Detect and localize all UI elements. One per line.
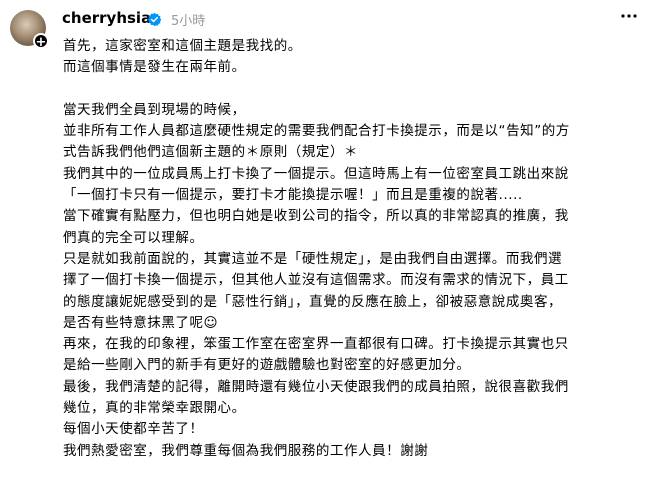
- post-line: 再來，在我的印象裡，笨蛋工作室在密室界一直都很有口碑。打卡換提示其實也只: [63, 336, 569, 353]
- post-time: 5小時: [171, 14, 206, 29]
- verified-badge-icon: [147, 12, 162, 27]
- post-line: 當下確實有點壓力，但也明白她是收到公司的指令，所以真的非常認真的推廣，我: [63, 208, 569, 225]
- post-body: 首先，這家密室和這個主題是我找的。 而這個事情是發生在兩年前。 當天我們全員到現…: [63, 36, 643, 462]
- post-line: 只是就如我前面說的，其實這並不是「硬性規定」，是由我們自由選擇。而我們選: [63, 250, 563, 267]
- username[interactable]: cherryhsia: [62, 9, 151, 27]
- more-options-icon[interactable]: [620, 13, 638, 19]
- post-line: 擇了一個打卡換一個提示，但其他人並沒有這個需求。而沒有需求的情況下，員工: [63, 272, 569, 289]
- plus-icon[interactable]: +: [33, 33, 49, 50]
- post-line: 而這個事情是發生在兩年前。: [63, 59, 246, 76]
- post-line: 當天我們全員到現場的時候，: [63, 101, 246, 118]
- post-line: 「一個打卡只有一個提示，要打卡才能換提示喔！」而且是重複的說著.....: [63, 187, 523, 204]
- post-line: 我們其中的一位成員馬上打卡換了一個提示。但這時馬上有一位密室員工跳出來說: [63, 165, 569, 182]
- post-line: 們真的完全可以理解。: [63, 229, 204, 246]
- post-line: 式告訴我們他們這個新主題的＊原則（規定）＊: [63, 144, 359, 161]
- post-line: 每個小天使都辛苦了！: [63, 421, 204, 438]
- post-line: 並非所有工作人員都這麼硬性規定的需要我們配合打卡換提示，而是以“告知”的方: [63, 123, 570, 140]
- post-line: 最後，我們清楚的記得，離開時還有幾位小天使跟我們的成員拍照，說很喜歡我們: [63, 378, 569, 395]
- post-line: 首先，這家密室和這個主題是我找的。: [63, 38, 302, 54]
- post-line: 是給一些剛入門的新手有更好的遊戲體驗也對密室的好感更加分。: [63, 357, 471, 374]
- post-line: 幾位，真的非常榮幸跟開心。: [63, 400, 246, 417]
- post-line: 是否有些特意抹黑了呢☺: [63, 314, 219, 331]
- post-line: 的態度讓妮妮感受到的是「惡性行銷」，直覺的反應在臉上，卻被惡意說成奧客，: [63, 293, 563, 310]
- post-line: 我們熱愛密室，我們尊重每個為我們服務的工作人員！謝謝: [63, 442, 429, 459]
